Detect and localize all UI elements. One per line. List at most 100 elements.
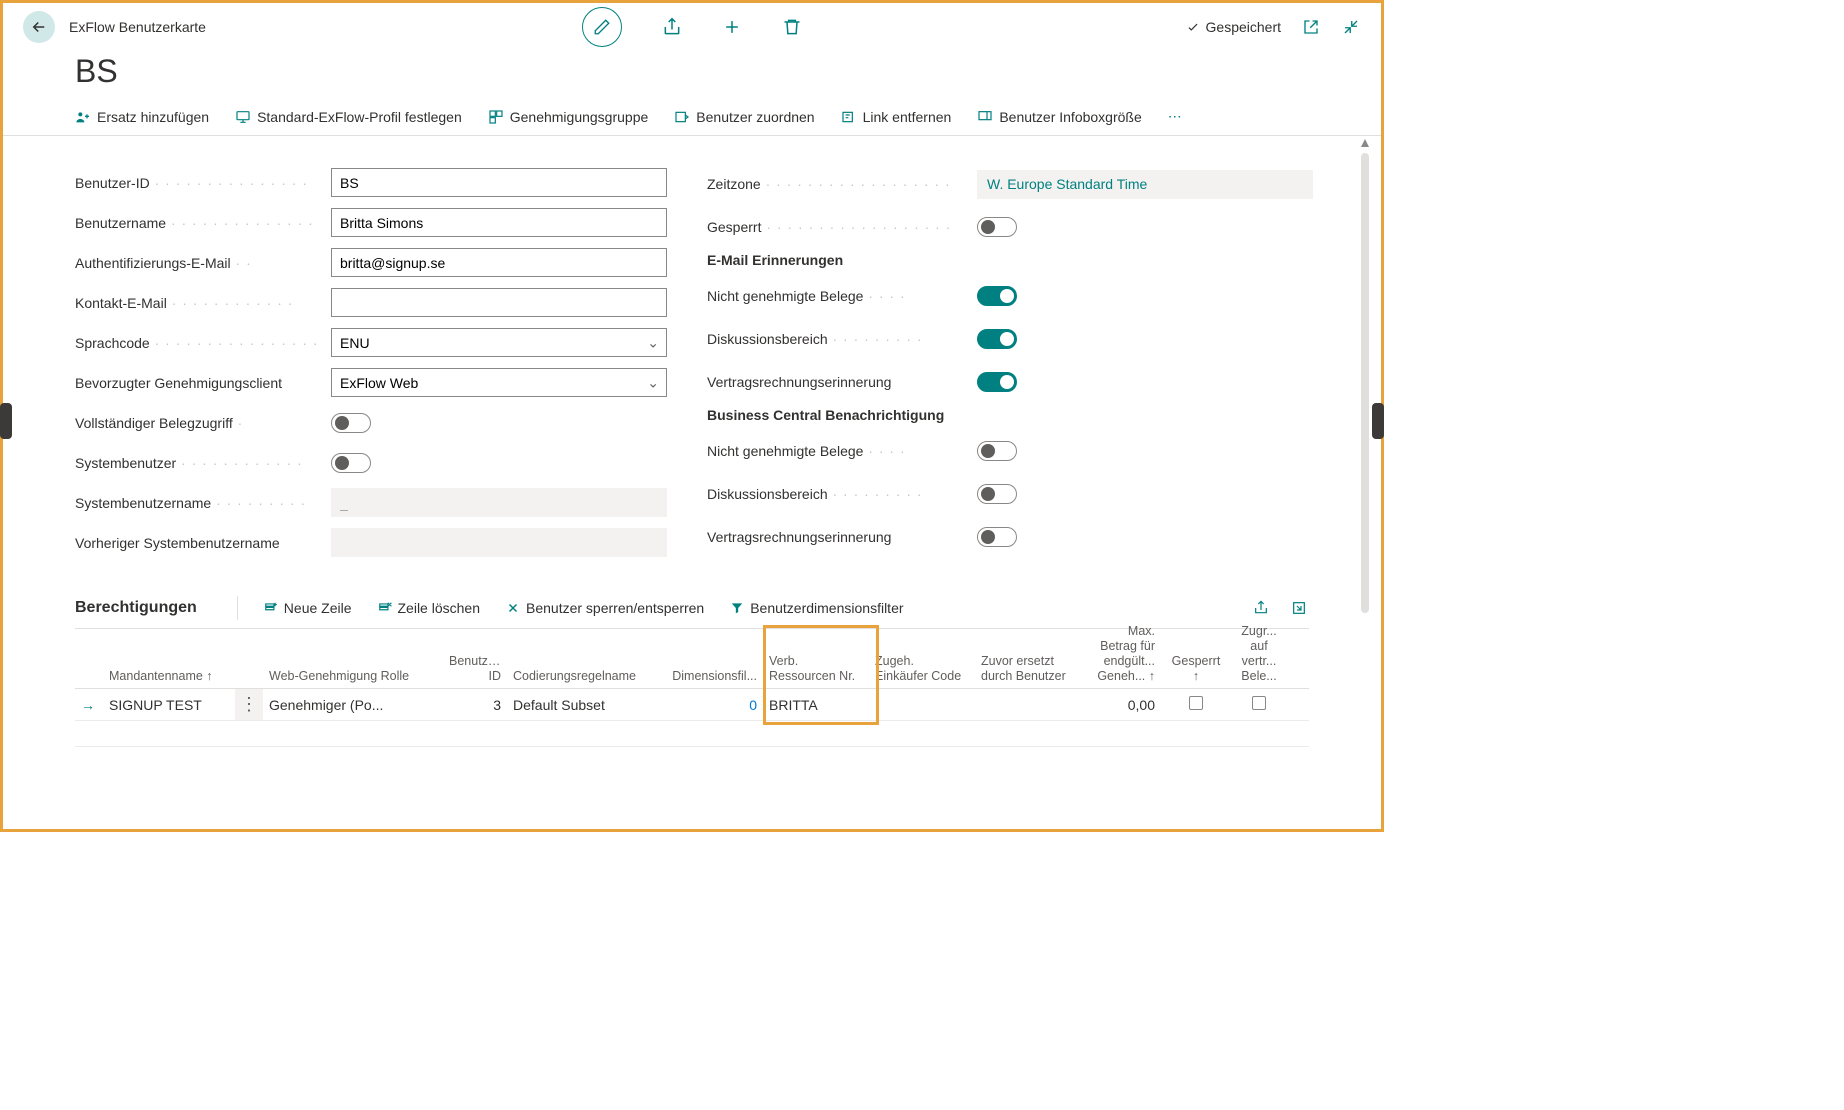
field-label-timezone: Zeitzone · · · · · · · · · · · · · · · ·… [707, 176, 977, 192]
lang-code-select[interactable] [331, 328, 667, 357]
col-tenant[interactable]: Mandantenname ↑ [103, 665, 235, 688]
col-maxamount[interactable]: Max. Betrag für endgült... Geneh... ↑ [1083, 620, 1161, 688]
unlink-icon [841, 109, 857, 125]
action-approval-group[interactable]: Genehmigungsgruppe [488, 109, 649, 125]
cell-dimfil[interactable]: 0 [663, 693, 763, 717]
bc-contract-toggle[interactable] [977, 527, 1017, 547]
subgrid-dim-filter[interactable]: Benutzerdimensionsfilter [730, 600, 903, 616]
col-role[interactable]: Web-Genehmigung Rolle [263, 665, 443, 688]
section-email-reminders: E-Mail Erinnerungen [707, 252, 1313, 268]
cell-role: Genehmiger (Po... [263, 693, 443, 717]
saved-label: Gespeichert [1206, 19, 1281, 35]
cell-access[interactable] [1231, 692, 1287, 717]
user-id-input[interactable] [331, 168, 667, 197]
col-replacedby[interactable]: Zuvor ersetzt durch Benutzer [975, 650, 1083, 688]
action-label: Genehmigungsgruppe [510, 109, 649, 125]
field-label-blocked: Gesperrt · · · · · · · · · · · · · · · ·… [707, 219, 977, 235]
share-icon [1253, 600, 1269, 616]
bc-unapproved-toggle[interactable] [977, 441, 1017, 461]
col-access[interactable]: Zugr... auf vertr... Bele... [1231, 620, 1287, 688]
action-assign-user[interactable]: Benutzer zuordnen [674, 109, 814, 125]
share-icon [662, 17, 682, 37]
lock-icon [506, 601, 520, 615]
action-infobox-size[interactable]: Benutzer Infoboxgröße [977, 109, 1141, 125]
new-button[interactable] [722, 17, 742, 37]
row-more-icon[interactable]: ⋮ [235, 689, 263, 720]
auth-email-input[interactable] [331, 248, 667, 277]
share-button[interactable] [662, 17, 682, 37]
field-label-unapprov-email: Nicht genehmigte Belege · · · · [707, 288, 977, 304]
col-buyercode[interactable]: Zugeh. Einkäufer Code [869, 650, 975, 688]
field-label-discuss-email: Diskussionsbereich · · · · · · · · · [707, 331, 977, 347]
action-remove-link[interactable]: Link entfernen [841, 109, 952, 125]
action-set-profile[interactable]: Standard-ExFlow-Profil festlegen [235, 109, 462, 125]
full-access-toggle[interactable] [331, 413, 371, 433]
side-tab-left[interactable] [0, 403, 12, 439]
infobox-icon [977, 109, 993, 125]
table-row[interactable]: → SIGNUP TEST ⋮ Genehmiger (Po... 3 Defa… [75, 689, 1309, 721]
sys-user-name-input [331, 488, 667, 517]
collapse-button[interactable] [1341, 17, 1361, 37]
field-label-prefclient: Bevorzugter Genehmigungsclient [75, 375, 331, 391]
action-label: Neue Zeile [284, 600, 352, 616]
field-label-contract-bc: Vertragsrechnungserinnerung [707, 529, 977, 545]
col-locked[interactable]: Gesperrt ↑ [1161, 650, 1231, 688]
more-actions[interactable]: ⋯ [1168, 108, 1184, 125]
field-label-contactemail: Kontakt-E-Mail · · · · · · · · · · · · [75, 295, 331, 311]
email-contract-toggle[interactable] [977, 372, 1017, 392]
popout-button[interactable] [1301, 17, 1321, 37]
cell-rulename: Default Subset [507, 693, 663, 717]
edit-button[interactable] [582, 7, 622, 47]
subgrid-expand[interactable] [1289, 598, 1309, 618]
popout-icon [1302, 18, 1320, 36]
col-rulename[interactable]: Codierungsregelname [507, 665, 663, 688]
cell-locked[interactable] [1161, 692, 1231, 717]
action-label: Benutzerdimensionsfilter [750, 600, 903, 616]
action-label: Benutzer Infoboxgröße [999, 109, 1141, 125]
vertical-scrollbar[interactable] [1361, 153, 1369, 613]
email-discussion-toggle[interactable] [977, 329, 1017, 349]
action-label: Link entfernen [863, 109, 952, 125]
subgrid-delete-row[interactable]: Zeile löschen [378, 600, 481, 616]
field-label-username: Benutzername · · · · · · · · · · · · · · [75, 215, 331, 231]
cell-resno: BRITTA [763, 693, 869, 717]
check-icon [1186, 20, 1200, 34]
field-label-langcode: Sprachcode · · · · · · · · · · · · · · ·… [75, 335, 331, 351]
bc-discussion-toggle[interactable] [977, 484, 1017, 504]
back-button[interactable] [23, 11, 55, 43]
col-dimfil[interactable]: Dimensionsfil... [663, 665, 763, 688]
cell-replacedby [975, 701, 1083, 709]
col-resno[interactable]: Verb. Ressourcen Nr. [763, 650, 869, 688]
sys-user-toggle[interactable] [331, 453, 371, 473]
cell-maxamount: 0,00 [1083, 693, 1161, 717]
group-icon [488, 109, 504, 125]
pref-client-select[interactable] [331, 368, 667, 397]
delete-button[interactable] [782, 17, 802, 37]
subgrid-lock-user[interactable]: Benutzer sperren/entsperren [506, 600, 704, 616]
user-name-input[interactable] [331, 208, 667, 237]
collapse-icon [1342, 18, 1360, 36]
row-selector-icon[interactable]: → [75, 693, 103, 717]
col-codeid[interactable]: Benutzercodi... ID [443, 650, 507, 688]
email-unapproved-toggle[interactable] [977, 286, 1017, 306]
side-tab-right[interactable] [1372, 403, 1384, 439]
blocked-toggle[interactable] [977, 217, 1017, 237]
action-add-substitute[interactable]: Ersatz hinzufügen [75, 109, 209, 125]
field-label-userid: Benutzer-ID · · · · · · · · · · · · · · … [75, 175, 331, 191]
field-label-sysusername: Systembenutzername · · · · · · · · · [75, 495, 331, 511]
timezone-input[interactable] [977, 170, 1313, 199]
saved-status: Gespeichert [1186, 19, 1281, 35]
action-label: Benutzer sperren/entsperren [526, 600, 704, 616]
table-row-empty[interactable] [75, 721, 1309, 747]
contact-email-input[interactable] [331, 288, 667, 317]
field-label-authemail: Authentifizierungs-E-Mail · · [75, 255, 331, 271]
plus-icon [722, 17, 742, 37]
action-label: Ersatz hinzufügen [97, 109, 209, 125]
action-label: Benutzer zuordnen [696, 109, 814, 125]
cell-tenant: SIGNUP TEST [103, 693, 235, 717]
entity-title: BS [3, 51, 1381, 100]
subgrid-new-row[interactable]: Neue Zeile [264, 600, 352, 616]
field-label-sysuser: Systembenutzer · · · · · · · · · · · · [75, 455, 331, 471]
filter-icon [730, 601, 744, 615]
subgrid-share[interactable] [1251, 598, 1271, 618]
